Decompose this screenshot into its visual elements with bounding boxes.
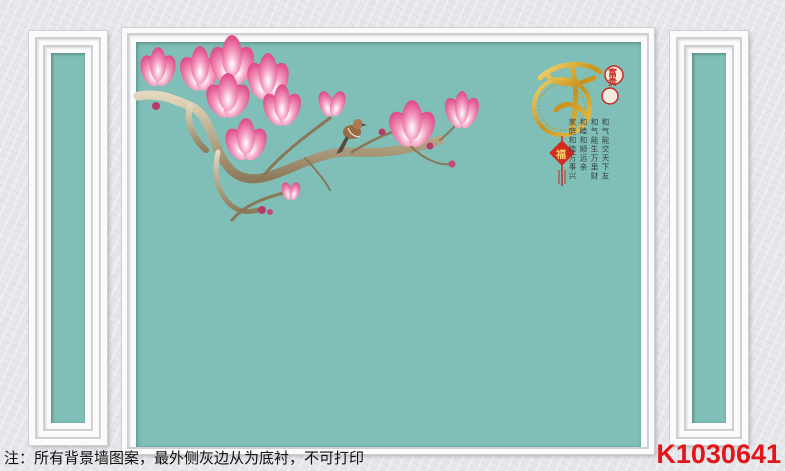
poem-line-3: 和睦和顺远亲 (579, 118, 588, 172)
poem-line-1: 和气能交天下友 (601, 118, 610, 181)
product-code: K1030641 (656, 439, 781, 469)
usage-note: 注：所有背景墙图案，最外侧灰边从为底衬，不可打印 (4, 449, 365, 467)
seal-bottom-text: 福 (556, 150, 566, 161)
seal-top-text: 富贵 (606, 68, 616, 86)
poem-line-4: 家庭和睦万事兴 (568, 118, 577, 181)
poem-line-2: 和气能生万里财 (590, 118, 599, 181)
poem-block: 和气能交天下友 和气能生万里财 和睦和顺远亲 家庭和睦万事兴 (568, 118, 610, 181)
mural-artwork (133, 35, 624, 222)
